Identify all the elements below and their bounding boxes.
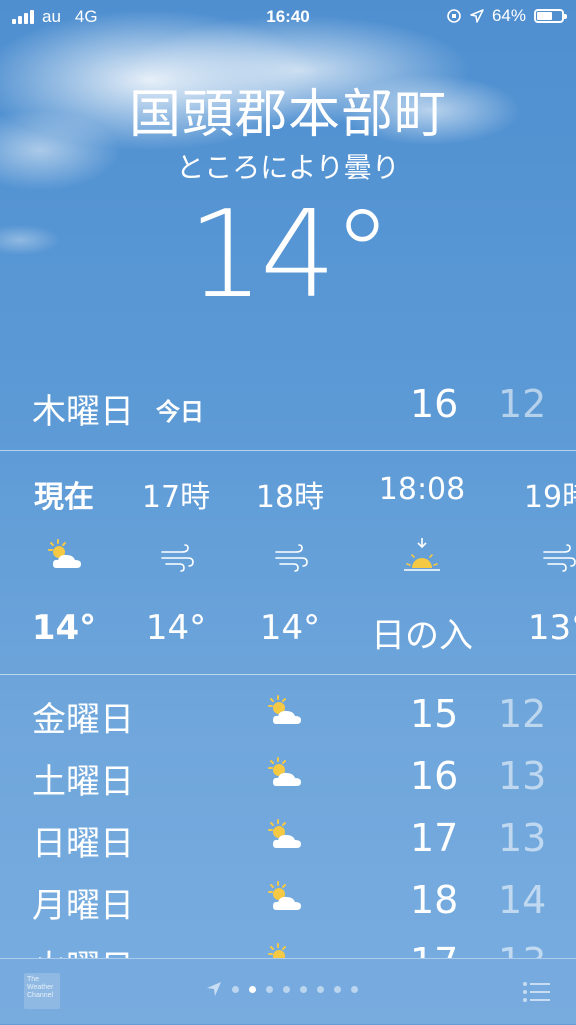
orientation-lock-icon xyxy=(447,9,461,23)
location-arrow-icon xyxy=(207,982,221,996)
today-high: 16 xyxy=(410,382,459,426)
current-temperature-value: 14° xyxy=(187,186,393,325)
hour-time: 18時 xyxy=(255,480,325,515)
hour-temp: 14° xyxy=(145,608,207,648)
page-dot[interactable] xyxy=(249,985,256,993)
daily-low: 13 xyxy=(498,754,547,798)
hour-time: 現在 xyxy=(34,480,94,515)
divider xyxy=(0,450,576,451)
battery-icon xyxy=(534,9,567,23)
daily-high: 18 xyxy=(410,878,459,922)
battery-percent: 64% xyxy=(491,6,526,25)
daily-day-name: 土曜日 xyxy=(32,762,134,802)
partly-sunny-icon xyxy=(268,695,301,724)
daily-forecast[interactable]: 金曜日 15 12 土曜日 16 13 日曜日 17 13 月曜日 18 14 火曜日 17 13 xyxy=(0,686,576,958)
page-dot[interactable] xyxy=(232,985,239,993)
today-row: 木曜日 今日 16 12 xyxy=(0,380,576,432)
wind-icon xyxy=(275,544,308,572)
status-bar: au 4G 16:40 64% xyxy=(0,0,576,34)
daily-low: 13 xyxy=(498,940,546,958)
daily-day-name: 火曜日 xyxy=(32,940,134,958)
today-low: 12 xyxy=(498,382,547,426)
page-dot[interactable] xyxy=(283,985,290,993)
hourly-forecast[interactable]: 現在 14° 17時 14° 18時 14° 18:08 日の入 19 13 xyxy=(0,452,576,674)
hour-temp: 14° xyxy=(259,608,321,648)
wind-icon xyxy=(161,544,194,572)
current-temperature: 14° xyxy=(0,196,576,316)
sunset-icon xyxy=(404,538,440,571)
location-arrow-icon xyxy=(470,9,484,23)
daily-high: 17 xyxy=(410,816,459,860)
weather-condition: ところにより曇り xyxy=(176,151,400,184)
page-dot[interactable] xyxy=(266,985,273,993)
hour-temp: 13° xyxy=(527,608,576,648)
page-dot[interactable] xyxy=(334,985,341,993)
daily-day-name: 日曜日 xyxy=(32,824,134,864)
hour-time: 17時 xyxy=(141,480,211,515)
bottom-toolbar: The Weather Channel xyxy=(0,958,576,1025)
page-indicator[interactable] xyxy=(206,981,358,997)
daily-low: 13 xyxy=(498,816,547,860)
daily-high: 16 xyxy=(410,754,459,798)
daily-day-name: 金曜日 xyxy=(32,700,134,740)
partly-sunny-icon xyxy=(268,819,301,848)
daily-row: 土曜日 16 13 xyxy=(0,748,576,810)
city-name: 国頭郡本部町 xyxy=(128,85,447,145)
sunset-label: 日の入 xyxy=(371,616,473,656)
city-list-icon[interactable] xyxy=(522,981,550,1003)
daily-row: 火曜日 17 13 xyxy=(0,934,576,958)
daily-high: 15 xyxy=(410,692,459,736)
hour-time: 18:08 xyxy=(378,472,466,507)
daily-row: 月曜日 18 14 xyxy=(0,872,576,934)
today-day-name: 木曜日 xyxy=(32,392,134,432)
daily-row: 金曜日 15 12 xyxy=(0,686,576,748)
partly-sunny-icon xyxy=(268,943,286,958)
daily-row: 日曜日 17 13 xyxy=(0,810,576,872)
hour-time: 19時 xyxy=(523,480,576,515)
divider xyxy=(0,674,576,675)
weather-channel-logo[interactable]: The Weather Channel xyxy=(24,973,60,1009)
wind-icon xyxy=(543,544,576,572)
page-dot[interactable] xyxy=(317,985,324,993)
partly-sunny-icon xyxy=(268,757,301,786)
partly-sunny-icon xyxy=(268,881,301,910)
daily-low: 12 xyxy=(498,692,547,736)
today-label: 今日 xyxy=(156,398,204,426)
daily-high: 17 xyxy=(410,940,458,958)
partly-sunny-icon xyxy=(48,539,81,568)
daily-low: 14 xyxy=(498,878,547,922)
daily-day-name: 月曜日 xyxy=(32,886,134,926)
hour-temp: 14° xyxy=(31,608,97,648)
page-dot[interactable] xyxy=(351,985,358,993)
page-dot[interactable] xyxy=(300,985,307,993)
